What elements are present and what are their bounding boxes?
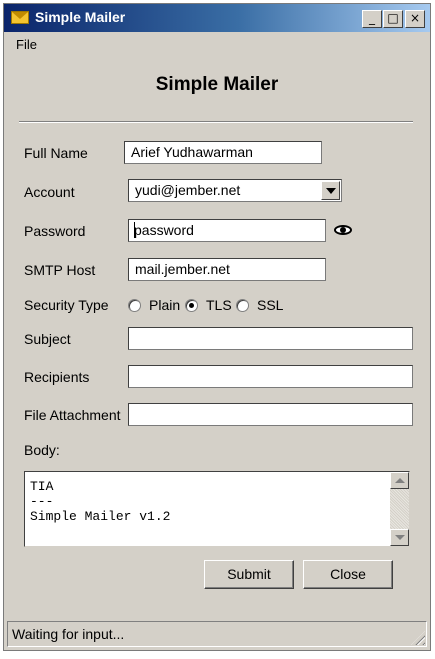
account-select[interactable]: yudi@jember.net — [128, 179, 342, 202]
resize-grip-icon[interactable] — [411, 631, 425, 645]
scroll-up-button[interactable] — [390, 472, 409, 489]
password-label: Password — [24, 223, 86, 239]
radio-ssl[interactable] — [236, 299, 249, 312]
minimize-button[interactable]: _ — [362, 10, 382, 28]
scroll-down-button[interactable] — [390, 529, 409, 546]
page-title: Simple Mailer — [155, 74, 279, 95]
body-line: --- — [30, 494, 54, 509]
envelope-icon — [11, 11, 29, 24]
close-button[interactable]: Close — [303, 560, 393, 589]
password-value: password — [134, 222, 194, 238]
radio-tls-label[interactable]: TLS — [206, 297, 232, 313]
body-scrollbar[interactable] — [390, 472, 409, 546]
window-title: Simple Mailer — [35, 9, 126, 25]
submit-button[interactable]: Submit — [204, 560, 294, 589]
smtp-host-input[interactable]: mail.jember.net — [128, 258, 326, 281]
body-line: TIA — [30, 479, 54, 494]
body-textarea[interactable]: TIA --- Simple Mailer v1.2 — [24, 471, 410, 547]
radio-plain[interactable] — [128, 299, 141, 312]
full-name-input[interactable]: Arief Yudhawarman — [124, 141, 322, 164]
title-bar[interactable]: Simple Mailer _ □ × — [4, 4, 430, 32]
subject-input[interactable] — [128, 327, 413, 350]
menu-file[interactable]: File — [16, 37, 37, 52]
close-window-button[interactable]: × — [405, 10, 425, 28]
header-divider — [19, 121, 413, 123]
body-line: Simple Mailer v1.2 — [30, 509, 171, 524]
main-window: Simple Mailer _ □ × File Simple Mailer F… — [3, 3, 431, 651]
password-input[interactable]: password — [128, 219, 326, 242]
file-attachment-label: File Attachment — [24, 407, 121, 423]
radio-ssl-label[interactable]: SSL — [257, 297, 283, 313]
smtp-host-label: SMTP Host — [24, 262, 96, 278]
file-attachment-input[interactable] — [128, 403, 413, 426]
status-text: Waiting for input... — [12, 626, 125, 642]
maximize-button[interactable]: □ — [383, 10, 403, 28]
body-label: Body: — [24, 442, 60, 458]
security-type-label: Security Type — [24, 297, 109, 313]
radio-plain-label[interactable]: Plain — [149, 297, 180, 313]
subject-label: Subject — [24, 331, 71, 347]
chevron-down-icon[interactable] — [321, 181, 340, 200]
full-name-label: Full Name — [24, 145, 88, 161]
status-bar: Waiting for input... — [7, 621, 427, 647]
account-label: Account — [24, 184, 75, 200]
radio-tls[interactable] — [185, 299, 198, 312]
account-selected-value: yudi@jember.net — [135, 182, 241, 198]
menu-bar: File — [4, 33, 430, 55]
recipients-input[interactable] — [128, 365, 413, 388]
eye-pupil — [340, 227, 346, 233]
eye-icon[interactable] — [332, 220, 354, 240]
recipients-label: Recipients — [24, 369, 90, 385]
